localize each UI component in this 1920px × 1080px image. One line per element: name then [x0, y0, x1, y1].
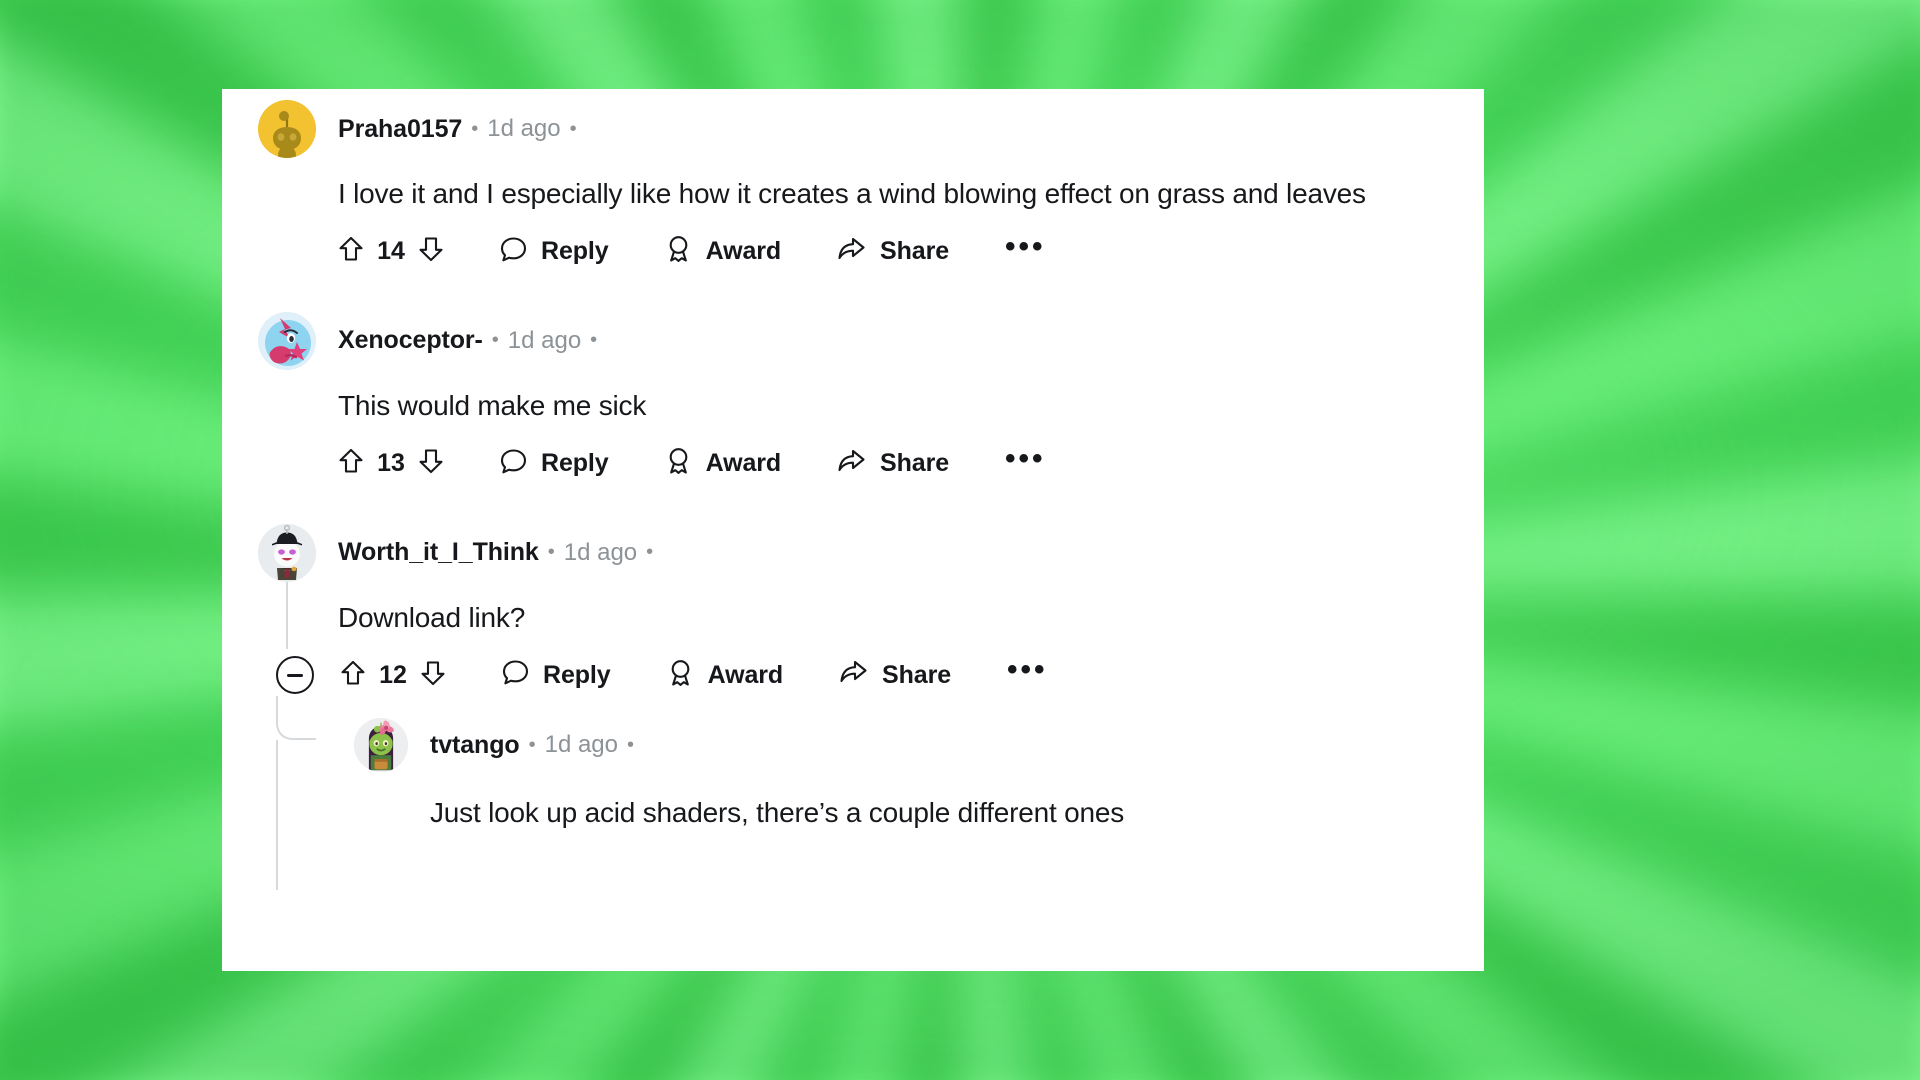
- comment-body-text: I love it and I especially like how it c…: [338, 178, 1366, 209]
- upvote-icon[interactable]: [338, 235, 364, 268]
- more-options-button[interactable]: •••: [1005, 231, 1046, 263]
- reply-button[interactable]: Reply: [502, 659, 611, 691]
- more-options-button[interactable]: •••: [1005, 443, 1046, 475]
- comments-card: Praha0157 • 1d ago • I love it and I esp…: [222, 89, 1484, 971]
- minus-icon: [287, 674, 303, 677]
- more-options-button[interactable]: •••: [1007, 655, 1048, 686]
- share-button[interactable]: Share: [837, 448, 949, 480]
- meta-separator-end: •: [590, 329, 598, 352]
- comment-thread-xenoceptor: Xenoceptor- • 1d ago • This would make m…: [222, 291, 1484, 503]
- comment-header: Worth_it_I_Think • 1d ago •: [258, 521, 1484, 585]
- comment-action-bar: 14 Reply Award Share •••: [258, 213, 1484, 291]
- share-label: Share: [880, 449, 950, 478]
- award-ribbon-icon: [665, 235, 692, 268]
- comment-username[interactable]: Worth_it_I_Think: [338, 538, 539, 567]
- downvote-icon[interactable]: [418, 235, 444, 268]
- vote-group: 14: [338, 235, 444, 268]
- avatar[interactable]: [258, 311, 316, 370]
- reply-label: Reply: [541, 237, 609, 266]
- share-label: Share: [880, 237, 950, 266]
- meta-separator-end: •: [646, 541, 654, 564]
- award-ribbon-icon: [665, 447, 692, 480]
- meta-separator-end: •: [569, 117, 577, 140]
- meta-separator: •: [547, 541, 555, 564]
- meta-separator: •: [528, 733, 536, 756]
- meta-separator: •: [491, 329, 499, 352]
- comment-timestamp: 1d ago: [507, 326, 582, 354]
- nested-reply-tvtango: tvtango • 1d ago • Just look up acid sha…: [258, 696, 1484, 891]
- reply-button[interactable]: Reply: [500, 236, 609, 268]
- award-button[interactable]: Award: [665, 235, 781, 268]
- comment-header: Xenoceptor- • 1d ago •: [258, 309, 1484, 373]
- award-button[interactable]: Award: [665, 447, 781, 480]
- comment-action-bar: 13 Reply Award Share •••: [258, 425, 1484, 503]
- vote-count: 13: [377, 449, 405, 478]
- thread-line-vertical-child: [276, 740, 278, 891]
- comment-username[interactable]: tvtango: [430, 731, 520, 760]
- share-button[interactable]: Share: [837, 236, 949, 268]
- vote-group: 13: [338, 447, 444, 480]
- comment-bubble-icon: [500, 448, 527, 480]
- share-arrow-icon: [837, 448, 866, 480]
- meta-separator-end: •: [627, 733, 635, 756]
- comment-body-text: Download link?: [338, 601, 526, 633]
- emoji-shocked-blue-avatar-icon: [258, 311, 316, 370]
- thread-line-elbow: [276, 696, 316, 741]
- award-ribbon-icon: [667, 659, 694, 692]
- comment-bubble-icon: [502, 659, 529, 691]
- meta-separator: •: [471, 117, 479, 140]
- share-arrow-icon: [839, 659, 868, 691]
- downvote-icon[interactable]: [418, 447, 444, 480]
- comment-thread-praha0157: Praha0157 • 1d ago • I love it and I esp…: [222, 89, 1484, 291]
- avatar[interactable]: [258, 100, 316, 158]
- collapse-thread-button[interactable]: [276, 656, 314, 695]
- award-label: Award: [707, 660, 784, 689]
- comment-body-text: This would make me sick: [338, 389, 647, 421]
- downvote-icon[interactable]: [420, 659, 446, 692]
- reply-button[interactable]: Reply: [500, 448, 609, 480]
- comment-bubble-icon: [500, 236, 527, 268]
- comment-thread-worth-it-i-think: Worth_it_I_Think • 1d ago • Download lin…: [222, 503, 1484, 891]
- vote-count: 12: [379, 660, 407, 689]
- share-button[interactable]: Share: [839, 659, 951, 691]
- comment-timestamp: 1d ago: [563, 538, 638, 566]
- snoo-bowler-hat-avatar-icon: [258, 523, 316, 582]
- comment-header: tvtango • 1d ago •: [354, 714, 1484, 776]
- award-label: Award: [705, 449, 782, 478]
- upvote-icon[interactable]: [340, 659, 366, 692]
- avatar[interactable]: [354, 718, 408, 773]
- comment-body-text: Just look up acid shaders, there’s a cou…: [430, 797, 1125, 829]
- award-button[interactable]: Award: [667, 659, 783, 692]
- upvote-icon[interactable]: [338, 447, 364, 480]
- snoo-yellow-avatar-icon: [258, 100, 316, 158]
- reply-label: Reply: [541, 449, 609, 478]
- share-arrow-icon: [837, 236, 866, 268]
- reply-label: Reply: [543, 660, 611, 689]
- snoo-green-flower-avatar-icon: [354, 718, 408, 773]
- vote-group: 12: [340, 659, 446, 692]
- comment-header: Praha0157 • 1d ago •: [258, 97, 1484, 161]
- comment-username[interactable]: Xenoceptor-: [338, 326, 483, 355]
- vote-count: 14: [377, 237, 405, 266]
- share-label: Share: [882, 660, 952, 689]
- comment-timestamp: 1d ago: [544, 731, 618, 759]
- comment-username[interactable]: Praha0157: [338, 115, 462, 144]
- comment-action-bar: 12 Reply Award Share •••: [258, 636, 1484, 714]
- avatar[interactable]: [258, 523, 316, 582]
- comment-timestamp: 1d ago: [487, 115, 561, 142]
- award-label: Award: [705, 237, 782, 266]
